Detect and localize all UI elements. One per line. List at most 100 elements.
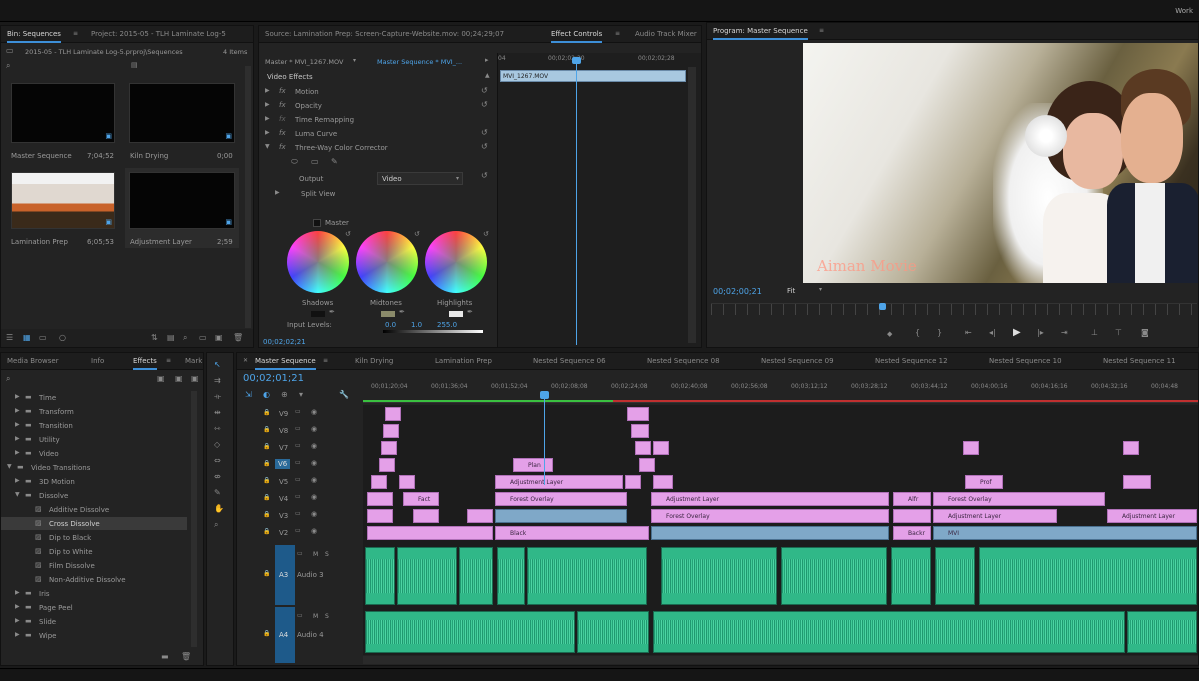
lock-icon[interactable]: 🔒: [263, 631, 270, 637]
playhead-handle[interactable]: [540, 391, 549, 399]
icon-view-icon[interactable]: ▦: [23, 334, 31, 342]
master-clip-label[interactable]: Master * MVI_1267.MOV: [265, 58, 343, 66]
yuv-effects-icon[interactable]: ▣: [191, 375, 199, 383]
collapse-icon[interactable]: ▼: [265, 144, 270, 150]
ec-scrollbar[interactable]: [688, 67, 696, 343]
video-clip[interactable]: Forest Overlay: [933, 492, 1105, 506]
tab-effects[interactable]: Effects: [133, 353, 157, 370]
go-to-out-icon[interactable]: ⇥: [1061, 329, 1068, 337]
trash-icon[interactable]: 🗑: [233, 334, 243, 342]
expand-icon[interactable]: ▶: [15, 618, 20, 624]
effect-row-luma-curve[interactable]: ▶ fx Luma Curve ↺: [259, 127, 495, 141]
slip-tool-icon[interactable]: ⇔: [214, 457, 221, 465]
effect-row-three-way[interactable]: ▼ fx Three-Way Color Corrector ↺: [259, 141, 495, 155]
tab-source[interactable]: Source: Lamination Prep: Screen-Capture-…: [265, 26, 504, 43]
eye-icon[interactable]: ◉: [311, 426, 317, 433]
audio-clip[interactable]: [979, 547, 1197, 605]
audio-clip[interactable]: [459, 547, 493, 605]
eye-icon[interactable]: ◉: [311, 494, 317, 501]
tree-row-slide[interactable]: ▶ ▬ Slide: [1, 615, 187, 628]
expand-icon[interactable]: ▶: [15, 590, 20, 596]
reset-icon[interactable]: ↺: [481, 87, 488, 95]
mark-out-icon[interactable]: }: [937, 329, 942, 337]
shadows-swatch[interactable]: [311, 311, 325, 317]
audio-clip[interactable]: [577, 611, 649, 653]
program-timecode[interactable]: 00;02;00;21: [713, 287, 762, 296]
eyedropper-icon[interactable]: ✒: [399, 309, 405, 316]
tab-bin-sequences[interactable]: Bin: Sequences: [7, 26, 61, 43]
video-clip[interactable]: [963, 441, 979, 455]
new-custom-bin-icon[interactable]: ▬: [161, 653, 169, 661]
sync-lock-icon[interactable]: ▭: [295, 443, 301, 449]
video-clip[interactable]: [631, 424, 649, 438]
effect-row-opacity[interactable]: ▶ fx Opacity ↺: [259, 99, 495, 113]
workspace-label[interactable]: Work: [1175, 7, 1193, 15]
input-level-black[interactable]: 0.0: [385, 321, 396, 329]
reset-icon[interactable]: ↺: [481, 129, 488, 137]
tab-info[interactable]: Info: [91, 353, 104, 370]
video-clip[interactable]: [1123, 475, 1151, 489]
expand-icon[interactable]: ▶: [15, 408, 20, 414]
video-clip[interactable]: [635, 441, 651, 455]
lock-icon[interactable]: 🔒: [263, 571, 270, 577]
tree-row-iris[interactable]: ▶ ▬ Iris: [1, 587, 187, 600]
audio-clip[interactable]: [653, 611, 1125, 653]
tree-row-film-dissolve[interactable]: ▨ Film Dissolve: [1, 559, 187, 572]
ripple-edit-tool-icon[interactable]: ⟛: [214, 393, 221, 401]
tree-row-additive-dissolve[interactable]: ▨ Additive Dissolve: [1, 503, 187, 516]
mark-in-icon[interactable]: {: [915, 329, 920, 337]
expand-icon[interactable]: ▶: [275, 190, 280, 196]
solo-button[interactable]: S: [325, 551, 329, 558]
audio-clip[interactable]: [397, 547, 457, 605]
tree-row-dip-to-black[interactable]: ▨ Dip to Black: [1, 531, 187, 544]
add-marker-icon[interactable]: ▾: [299, 391, 303, 399]
settings-wrench-icon[interactable]: 🔧: [339, 391, 349, 399]
tab-menu-icon[interactable]: ≡: [615, 31, 620, 37]
video-clip[interactable]: Adjustment Layer: [933, 509, 1057, 523]
sync-lock-icon[interactable]: ▭: [297, 551, 303, 557]
video-clip[interactable]: Alfr: [893, 492, 931, 506]
effect-row-motion[interactable]: ▶ fx Motion ↺: [259, 85, 495, 99]
video-clip[interactable]: [651, 526, 889, 540]
lock-icon[interactable]: 🔒: [263, 444, 270, 450]
reset-icon[interactable]: ↺: [481, 101, 488, 109]
rolling-edit-tool-icon[interactable]: ⇹: [214, 409, 221, 417]
tab-project[interactable]: Project: 2015-05 - TLH Laminate Log-5: [91, 26, 226, 43]
effect-controls-timecode[interactable]: 00;02;02;21: [263, 338, 306, 346]
video-clip[interactable]: Forest Overlay: [651, 509, 889, 523]
video-clip[interactable]: [1123, 441, 1139, 455]
lock-icon[interactable]: 🔒: [263, 478, 270, 484]
lock-icon[interactable]: 🔒: [263, 461, 270, 467]
automate-icon[interactable]: ▤: [167, 334, 175, 342]
video-clip[interactable]: Adjustment Layer: [1107, 509, 1197, 523]
play-icon[interactable]: ▶: [1013, 328, 1021, 338]
rectangle-mask-icon[interactable]: ▭: [311, 158, 319, 166]
program-playhead[interactable]: [879, 303, 886, 310]
sync-lock-icon[interactable]: ▭: [295, 460, 301, 466]
sync-lock-icon[interactable]: ▭: [295, 494, 301, 500]
eye-icon[interactable]: ◉: [311, 460, 317, 467]
step-back-icon[interactable]: ◂|: [989, 329, 996, 337]
tab-nested-12[interactable]: Nested Sequence 12: [875, 353, 948, 370]
input-level-gamma[interactable]: 1.0: [411, 321, 422, 329]
video-clip[interactable]: Prof: [965, 475, 1003, 489]
go-to-in-icon[interactable]: ⇤: [965, 329, 972, 337]
program-mini-ruler[interactable]: [711, 303, 1197, 315]
timeline-ruler[interactable]: 00;01;20;04 00;01;36;04 00;01;52;04 00;0…: [363, 381, 1198, 403]
thumbnail-lamination-prep[interactable]: ▣: [11, 172, 115, 229]
track-label[interactable]: V6: [275, 459, 291, 469]
extract-icon[interactable]: ⊤: [1115, 329, 1122, 337]
output-select[interactable]: Video ▾: [377, 172, 463, 185]
play-only-audio-icon[interactable]: ▸: [485, 57, 489, 64]
video-clip[interactable]: Forest Overlay: [495, 492, 627, 506]
ellipse-mask-icon[interactable]: ⬭: [291, 158, 298, 166]
eyedropper-icon[interactable]: ✒: [467, 309, 473, 316]
midtones-swatch[interactable]: [381, 311, 395, 317]
expand-icon[interactable]: ▶: [15, 394, 20, 400]
tree-row-video[interactable]: ▶ ▬ Video: [1, 447, 187, 460]
reset-icon[interactable]: ↺: [481, 143, 488, 151]
highlights-swatch[interactable]: [449, 311, 463, 317]
list-view-icon[interactable]: ☰: [6, 334, 13, 342]
midtones-color-wheel[interactable]: [356, 231, 418, 293]
add-marker-icon[interactable]: ◆: [887, 331, 892, 338]
